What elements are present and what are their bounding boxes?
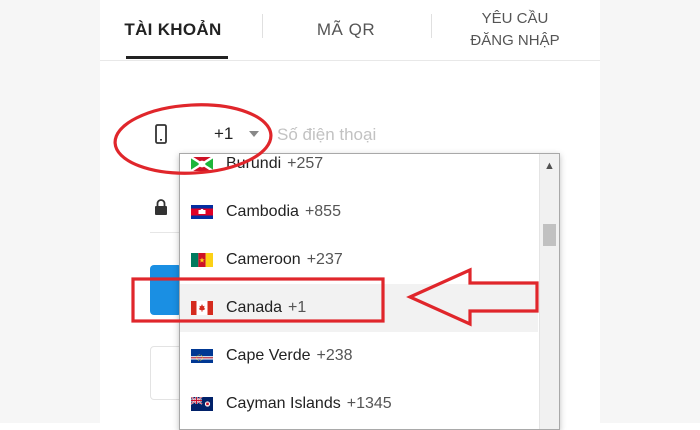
tab-divider <box>431 14 432 38</box>
tab-request-label-line1: YÊU CẦU <box>481 10 549 27</box>
dropdown-scrollbar[interactable]: ▲ <box>539 154 559 429</box>
country-option-cayman-islands[interactable]: Cayman Islands +1345 <box>180 380 538 428</box>
login-button[interactable] <box>150 265 182 315</box>
tab-qr-label: MÃ QR <box>316 20 376 39</box>
chevron-down-icon[interactable] <box>249 131 259 137</box>
country-option-canada[interactable]: Canada +1 <box>180 284 538 332</box>
active-tab-indicator <box>126 56 228 59</box>
lock-icon <box>155 199 167 215</box>
scroll-up-arrow-icon[interactable]: ▲ <box>544 160 555 172</box>
flag-cambodia-icon <box>191 205 213 219</box>
country-name: Cambodia <box>226 203 299 220</box>
country-name: Canada <box>226 299 283 316</box>
left-background <box>0 0 100 423</box>
country-code-select[interactable]: +1 <box>214 124 233 144</box>
tab-login-request[interactable]: YÊU CẦU ĐĂNG NHẬP <box>450 0 580 60</box>
tab-qr-code[interactable]: MÃ QR <box>276 0 416 60</box>
country-name: Cameroon <box>226 251 301 268</box>
flag-cayman-islands-icon <box>191 397 213 411</box>
flag-canada-icon <box>191 301 213 315</box>
flag-burundi-icon <box>191 157 213 171</box>
country-option-burundi[interactable]: Burundi +257 <box>180 154 538 188</box>
country-dial-code: +1345 <box>346 395 392 412</box>
phone-icon <box>155 124 167 144</box>
country-name: Cayman Islands <box>226 395 341 412</box>
country-option-cambodia[interactable]: Cambodia +855 <box>180 188 538 236</box>
country-dial-code: +257 <box>287 155 324 172</box>
country-dropdown[interactable]: Burundi +257 Cambodia +855 Cameroon +237 <box>179 153 560 430</box>
right-background <box>600 0 700 423</box>
tab-account-label: TÀI KHOẢN <box>124 20 222 39</box>
phone-number-input[interactable] <box>275 120 509 150</box>
login-tabs: TÀI KHOẢN MÃ QR YÊU CẦU ĐĂNG NHẬP <box>100 0 600 61</box>
country-option-cameroon[interactable]: Cameroon +237 <box>180 236 538 284</box>
flag-cape-verde-icon <box>191 349 213 363</box>
tab-account[interactable]: TÀI KHOẢN <box>116 0 230 60</box>
country-dial-code: +1 <box>288 299 307 316</box>
flag-cameroon-icon <box>191 253 213 267</box>
tab-request-label-line2: ĐĂNG NHẬP <box>470 32 560 49</box>
country-name: Burundi <box>226 155 282 172</box>
phone-row: +1 <box>150 112 550 156</box>
country-dial-code: +238 <box>316 347 353 364</box>
country-name: Cape Verde <box>226 347 311 364</box>
tab-divider <box>262 14 263 38</box>
country-option-cape-verde[interactable]: Cape Verde +238 <box>180 332 538 380</box>
country-dial-code: +855 <box>304 203 341 220</box>
password-field-underline <box>150 232 180 233</box>
scrollbar-thumb[interactable] <box>543 224 556 246</box>
country-dial-code: +237 <box>306 251 343 268</box>
country-list: Burundi +257 Cambodia +855 Cameroon +237 <box>180 154 538 428</box>
